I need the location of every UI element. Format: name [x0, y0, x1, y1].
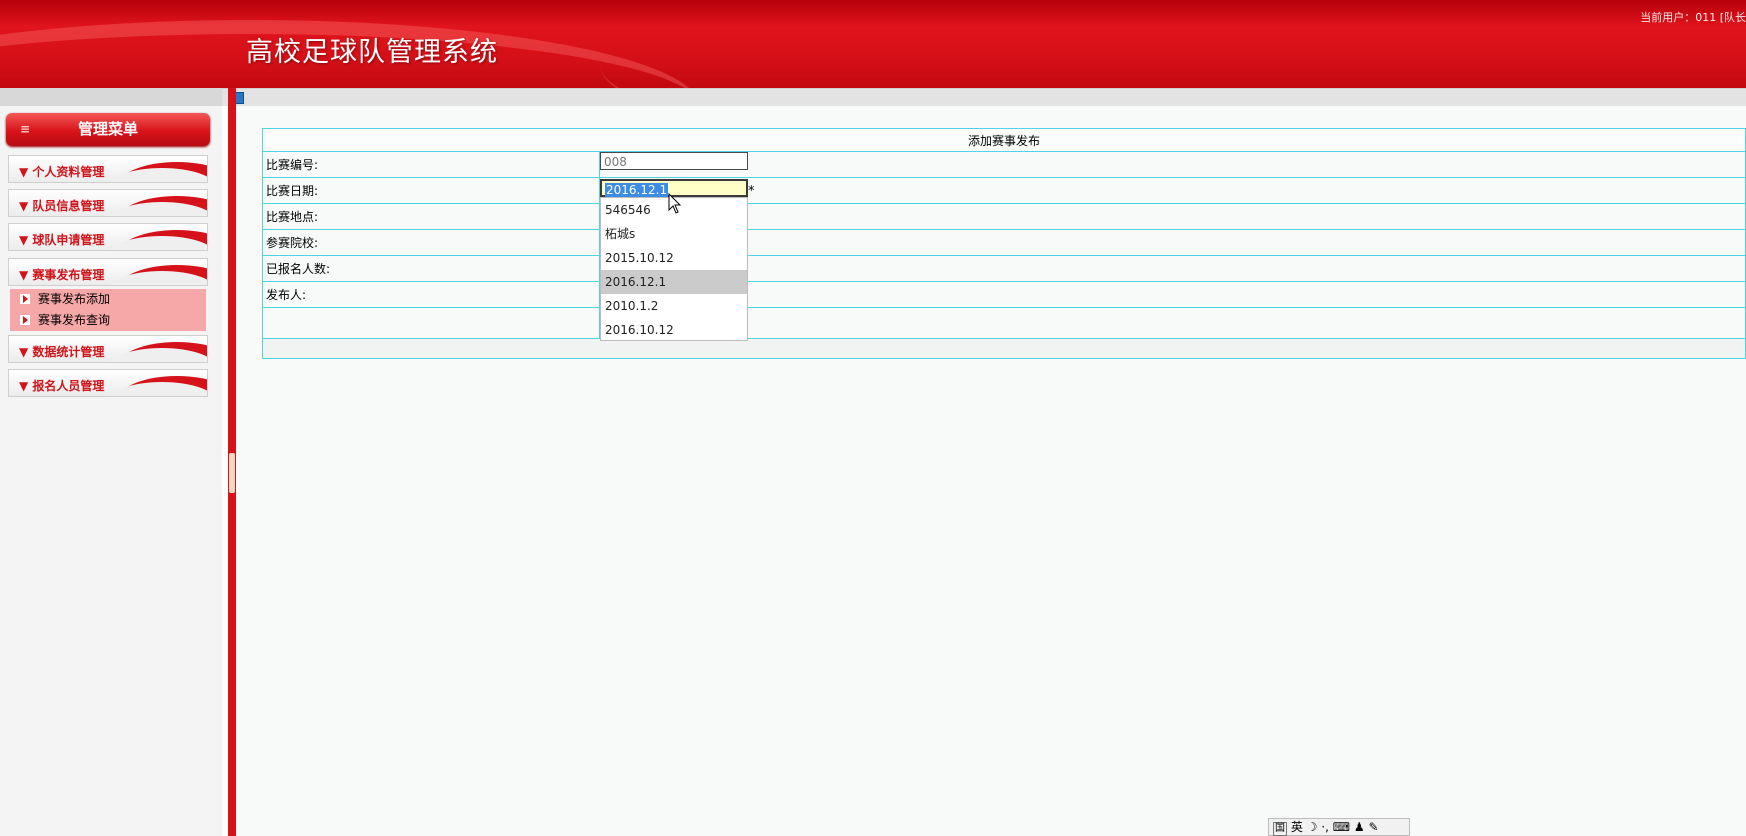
field-cell: [599, 307, 1746, 339]
form-row: 发布人:: [262, 281, 1746, 308]
form-row: 已报名人数:: [262, 255, 1746, 282]
sidebar-item-statistics[interactable]: ▼ 数据统计管理: [8, 335, 208, 363]
sidebar-item-label: ▼ 报名人员管理: [19, 379, 105, 393]
sidebar-item-label: ▼ 个人资料管理: [19, 165, 105, 179]
content-toolbar: [222, 88, 1746, 106]
sidebar-item-label: ▼ 赛事发布管理: [19, 268, 105, 282]
app-header: 高校足球队管理系统 当前用户：011 [队长: [0, 0, 1746, 88]
sidebar-subitem-event-add[interactable]: 赛事发布添加: [20, 289, 110, 309]
arrow-right-icon: [20, 294, 30, 304]
punctuation-icon[interactable]: ·,: [1321, 820, 1329, 834]
autocomplete-option[interactable]: 2016.10.12: [601, 318, 747, 342]
field-cell: [599, 177, 1746, 204]
autocomplete-dropdown: 546546 柘城s 2015.10.12 2016.12.1 2010.1.2…: [600, 197, 748, 341]
form-row: [262, 307, 1746, 339]
splitter-handle[interactable]: [229, 453, 235, 493]
field-label: 已报名人数:: [262, 255, 600, 282]
sidebar-item-events[interactable]: ▼ 赛事发布管理: [8, 258, 208, 286]
menu-title: 管理菜单: [77, 120, 138, 138]
form-footer-row: [262, 338, 1746, 359]
field-label: 比赛地点:: [262, 203, 600, 230]
events-submenu: 赛事发布添加 赛事发布查询: [10, 289, 206, 331]
ime-language[interactable]: 英: [1291, 820, 1303, 834]
required-mark: *: [748, 184, 755, 199]
frame-splitter[interactable]: [228, 88, 236, 836]
field-cell: [599, 281, 1746, 308]
arrow-right-icon: [20, 315, 30, 325]
form-title: 添加赛事发布: [262, 128, 1746, 152]
field-label: [262, 307, 600, 339]
field-label: 发布人:: [262, 281, 600, 308]
form-row: 比赛编号:: [262, 151, 1746, 178]
main-content: 添加赛事发布 比赛编号: 比赛日期: 比赛地点: 参赛院校: 已报名人数: 发布…: [236, 106, 1746, 836]
form-title-row: 添加赛事发布: [262, 128, 1746, 152]
field-cell: [599, 151, 1746, 178]
user-icon[interactable]: ♟: [1354, 820, 1365, 834]
ime-toolbar[interactable]: 国 英 ☽ ·, ⌨ ♟ ✎: [1268, 818, 1410, 836]
sidebar-subitem-event-query[interactable]: 赛事发布查询: [20, 310, 110, 330]
form-footer: [262, 338, 1746, 359]
ime-mode[interactable]: 国: [1273, 822, 1287, 836]
field-label: 比赛编号:: [262, 151, 600, 178]
current-user-label: 当前用户：011 [队长: [1640, 11, 1746, 24]
field-cell: [599, 255, 1746, 282]
form-row: 比赛日期:: [262, 177, 1746, 204]
app-title: 高校足球队管理系统: [246, 37, 498, 68]
mouse-cursor-icon: [668, 193, 682, 214]
autocomplete-option-highlighted[interactable]: 2016.12.1: [601, 270, 747, 294]
sidebar-item-profile[interactable]: ▼ 个人资料管理: [8, 155, 208, 183]
sidebar-item-label: ▼ 数据统计管理: [19, 345, 105, 359]
field-cell: [599, 203, 1746, 230]
autocomplete-option[interactable]: 柘城s: [601, 222, 747, 246]
menu-header: ≡ 管理菜单: [6, 113, 210, 146]
header-decoration: [600, 0, 1746, 88]
wrench-icon[interactable]: ✎: [1368, 820, 1378, 834]
field-cell: [599, 229, 1746, 256]
form-row: 参赛院校:: [262, 229, 1746, 256]
sidebar-item-label: ▼ 队员信息管理: [19, 199, 105, 213]
keyboard-icon[interactable]: ⌨: [1333, 820, 1350, 834]
sidebar-item-label: ▼ 球队申请管理: [19, 233, 105, 247]
autocomplete-option[interactable]: 2010.1.2: [601, 294, 747, 318]
match-id-input[interactable]: 008: [600, 152, 748, 170]
form-row: 比赛地点:: [262, 203, 1746, 230]
match-date-value: 2016.12.1: [605, 183, 669, 197]
sidebar-item-registrants[interactable]: ▼ 报名人员管理: [8, 369, 208, 397]
moon-icon[interactable]: ☽: [1307, 820, 1318, 834]
field-label: 比赛日期:: [262, 177, 600, 204]
menu-icon: ≡: [20, 122, 31, 136]
add-event-form: 添加赛事发布 比赛编号: 比赛日期: 比赛地点: 参赛院校: 已报名人数: 发布…: [262, 128, 1746, 359]
autocomplete-option[interactable]: 2015.10.12: [601, 246, 747, 270]
sidebar-item-team-apply[interactable]: ▼ 球队申请管理: [8, 223, 208, 251]
sidebar-item-players[interactable]: ▼ 队员信息管理: [8, 189, 208, 217]
field-label: 参赛院校:: [262, 229, 600, 256]
